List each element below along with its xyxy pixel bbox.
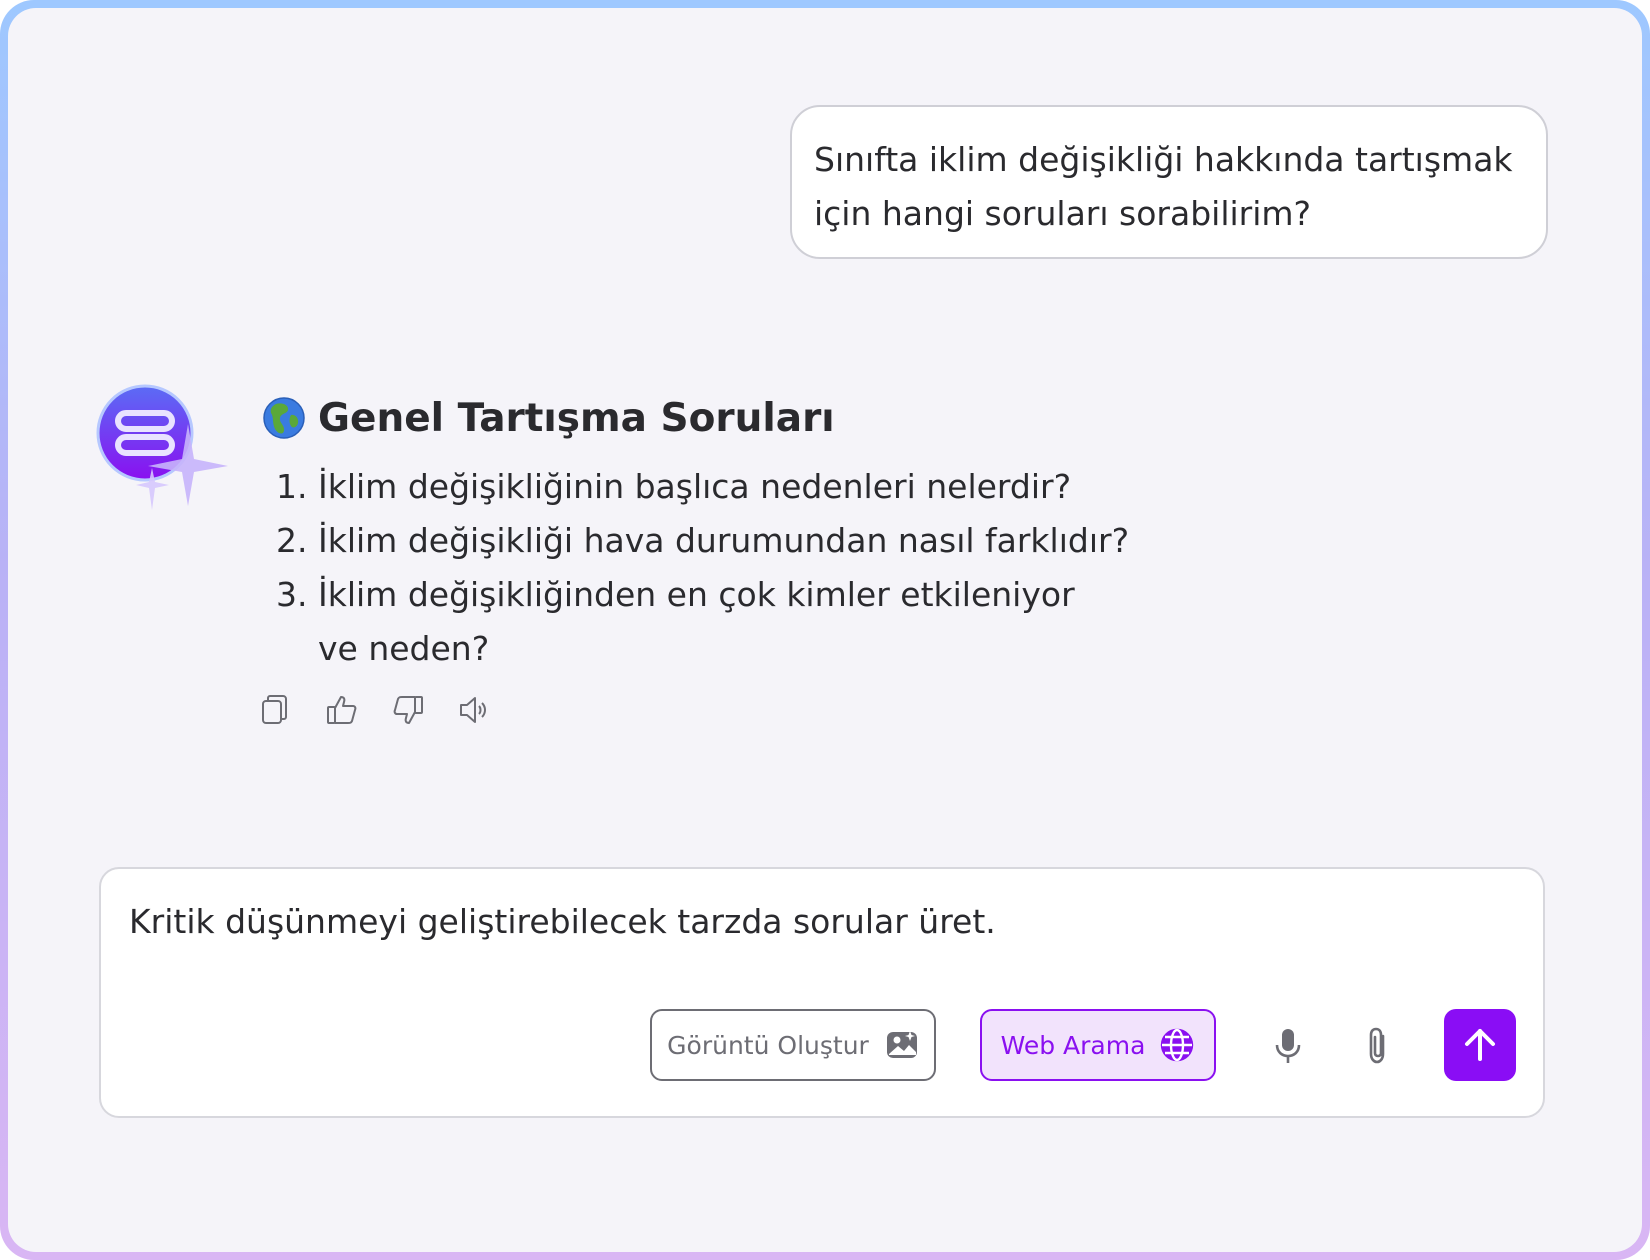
generate-image-label: Görüntü Oluştur — [667, 1030, 869, 1060]
generate-image-button[interactable]: Görüntü Oluştur — [650, 1009, 936, 1081]
microphone-button[interactable] — [1263, 1021, 1313, 1071]
speaker-icon — [460, 697, 486, 723]
web-search-label: Web Arama — [1000, 1030, 1146, 1060]
read-aloud-button[interactable] — [456, 692, 492, 728]
send-button[interactable] — [1444, 1009, 1516, 1081]
list-item-text: İklim değişikliği hava durumundan nasıl … — [318, 521, 1130, 560]
answer-title: Genel Tartışma Soruları — [318, 395, 835, 441]
list-item-number: 3. — [276, 575, 308, 614]
attach-button[interactable] — [1353, 1021, 1403, 1071]
thumbs-up-icon — [327, 696, 357, 724]
dislike-button[interactable] — [390, 692, 426, 728]
answer-heading: Genel Tartışma Soruları — [262, 390, 1162, 446]
copy-button[interactable] — [258, 692, 294, 728]
user-message-line-1: Sınıfta iklim değişikliği hakkında tartı… — [814, 140, 1513, 179]
list-item-text: İklim değişikliğinden en çok kimler etki… — [318, 575, 1075, 668]
like-button[interactable] — [324, 692, 360, 728]
assistant-logo-icon — [96, 384, 228, 510]
thumbs-down-icon — [393, 696, 423, 724]
globe-europe-africa-icon — [263, 397, 305, 439]
message-actions — [258, 692, 492, 728]
paperclip-icon — [1369, 1027, 1385, 1064]
user-message-bubble: Sınıfta iklim değişikliği hakkında tartı… — [790, 105, 1548, 259]
list-item: 2. İklim değişikliği hava durumundan nas… — [262, 514, 1162, 568]
web-search-button[interactable]: Web Arama — [980, 1009, 1216, 1081]
user-message-line-2: için hangi soruları sorabilirim? — [814, 194, 1312, 233]
assistant-message: Genel Tartışma Soruları 1. İklim değişik… — [262, 390, 1162, 676]
arrow-up-icon — [1465, 1029, 1495, 1061]
list-item-text: İklim değişikliğinin başlıca nedenleri n… — [318, 467, 1072, 506]
globe-icon — [1161, 1028, 1194, 1062]
message-input[interactable]: Kritik düşünmeyi geliştirebilecek tarzda… — [129, 899, 996, 945]
microphone-icon — [1275, 1029, 1301, 1063]
list-item: 1. İklim değişikliğinin başlıca nedenler… — [262, 460, 1162, 514]
image-icon — [886, 1031, 917, 1058]
message-composer[interactable]: Kritik düşünmeyi geliştirebilecek tarzda… — [99, 867, 1545, 1118]
copy-icon — [262, 695, 287, 724]
question-list: 1. İklim değişikliğinin başlıca nedenler… — [262, 460, 1162, 676]
list-item: 3. İklim değişikliğinden en çok kimler e… — [262, 568, 1098, 676]
list-item-number: 2. — [276, 521, 308, 560]
assistant-avatar — [96, 384, 236, 514]
list-item-number: 1. — [276, 467, 308, 506]
